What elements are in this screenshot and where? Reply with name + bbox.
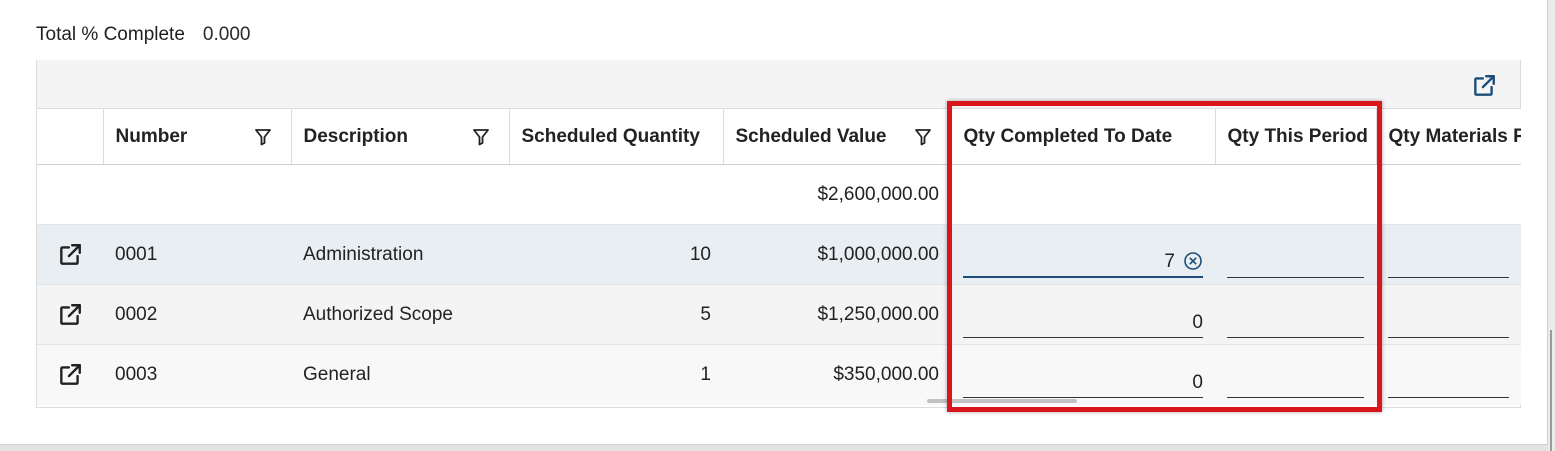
header-qty-this-period[interactable]: Qty This Period xyxy=(1215,108,1377,165)
qty-completed-value: 0 xyxy=(1192,371,1203,393)
header-number[interactable]: Number xyxy=(103,108,292,165)
qty-completed-input[interactable]: 0 xyxy=(963,366,1203,398)
vertical-scrollbar[interactable] xyxy=(1550,330,1552,451)
cell-number: 0003 xyxy=(103,344,291,405)
open-in-new-icon[interactable] xyxy=(57,362,83,388)
header-qty-completed-to-date[interactable]: Qty Completed To Date xyxy=(951,108,1216,165)
header-scheduled-value-label: Scheduled Value xyxy=(735,125,887,147)
grid-toolbar xyxy=(37,60,1520,108)
total-percent-complete: Total % Complete 0.000 xyxy=(36,24,250,46)
header-qty-completed-label: Qty Completed To Date xyxy=(963,125,1173,147)
qty-completed-value: 7 xyxy=(1164,250,1175,272)
header-qty-materials[interactable]: Qty Materials P xyxy=(1376,108,1522,165)
filter-icon[interactable] xyxy=(471,127,491,147)
total-percent-label: Total % Complete xyxy=(36,24,185,45)
open-in-new-icon[interactable] xyxy=(1470,72,1498,100)
panel-card: Total % Complete 0.000 Number Descriptio… xyxy=(0,0,1548,445)
header-number-label: Number xyxy=(115,125,188,147)
header-scheduled-quantity[interactable]: Scheduled Quantity xyxy=(509,108,724,165)
qty-materials-input[interactable] xyxy=(1388,366,1509,398)
header-scheduled-value[interactable]: Scheduled Value xyxy=(723,108,952,165)
header-qty-this-period-label: Qty This Period xyxy=(1227,125,1368,147)
cell-description: Administration xyxy=(291,224,509,285)
open-in-new-icon[interactable] xyxy=(57,302,83,328)
header-open-column xyxy=(37,108,104,165)
cell-scheduled-value: $350,000.00 xyxy=(723,344,951,405)
clear-icon[interactable] xyxy=(1183,251,1203,271)
qty-completed-value: 0 xyxy=(1192,311,1203,333)
cell-description: Authorized Scope xyxy=(291,284,509,345)
qty-materials-input[interactable] xyxy=(1388,306,1509,338)
qty-completed-input[interactable]: 7 xyxy=(963,246,1203,278)
header-qty-materials-label: Qty Materials P xyxy=(1388,125,1522,147)
qty-materials-input[interactable] xyxy=(1388,246,1509,278)
table-row: 0003 General 1 $350,000.00 0 xyxy=(37,344,1521,405)
table-row: 0001 Administration 10 $1,000,000.00 7 xyxy=(37,224,1521,285)
schedule-of-values-grid: Number Description Scheduled Quantity Sc… xyxy=(36,60,1521,408)
cell-scheduled-quantity: 1 xyxy=(509,344,723,405)
cell-scheduled-value: $1,250,000.00 xyxy=(723,284,951,345)
filter-icon[interactable] xyxy=(913,127,933,147)
qty-this-period-input[interactable] xyxy=(1227,246,1364,278)
qty-this-period-input[interactable] xyxy=(1227,306,1364,338)
open-in-new-icon[interactable] xyxy=(57,242,83,268)
cell-description: General xyxy=(291,344,509,405)
header-scheduled-quantity-label: Scheduled Quantity xyxy=(521,125,700,147)
header-description[interactable]: Description xyxy=(291,108,510,165)
total-scheduled-value: $2,600,000.00 xyxy=(723,164,951,225)
filter-icon[interactable] xyxy=(253,127,273,147)
cell-scheduled-quantity: 5 xyxy=(509,284,723,345)
cell-scheduled-value: $1,000,000.00 xyxy=(723,224,951,285)
header-row: Number Description Scheduled Quantity Sc… xyxy=(37,108,1522,165)
grid-table: Number Description Scheduled Quantity Sc… xyxy=(37,108,1521,405)
cell-number: 0001 xyxy=(103,224,291,285)
qty-completed-input[interactable]: 0 xyxy=(963,306,1203,338)
header-description-label: Description xyxy=(303,125,409,147)
horizontal-scrollbar[interactable] xyxy=(927,399,1077,403)
table-row: 0002 Authorized Scope 5 $1,250,000.00 0 xyxy=(37,284,1521,345)
qty-this-period-input[interactable] xyxy=(1227,366,1364,398)
cell-scheduled-quantity: 10 xyxy=(509,224,723,285)
totals-row: $2,600,000.00 xyxy=(37,164,1521,225)
cell-number: 0002 xyxy=(103,284,291,345)
total-percent-value: 0.000 xyxy=(202,24,251,45)
